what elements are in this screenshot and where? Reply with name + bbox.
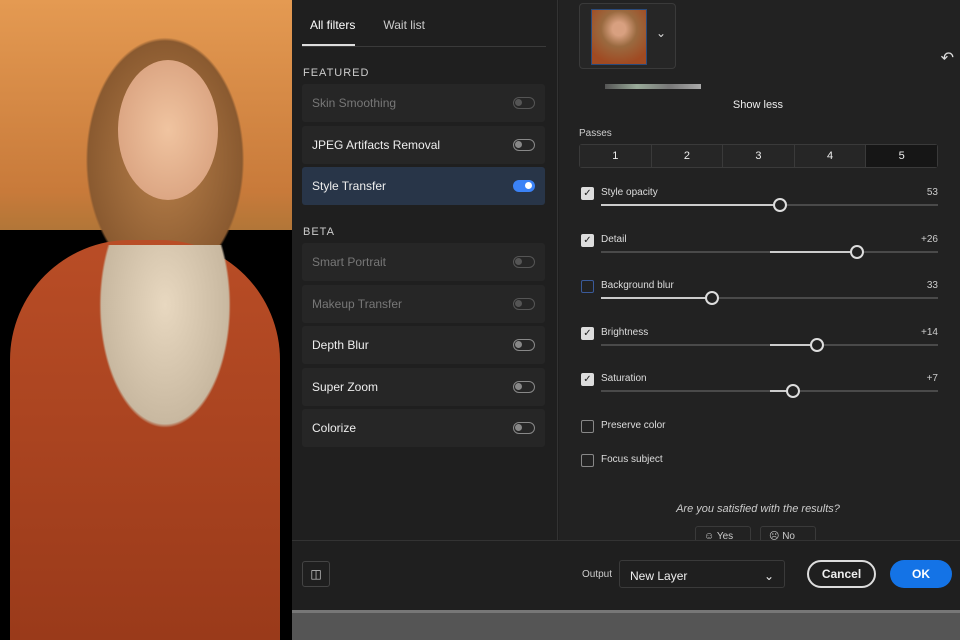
filter-label: Style Transfer — [312, 179, 387, 193]
filter-item[interactable]: Skin Smoothing — [302, 84, 545, 122]
feedback-question: Are you satisfied with the results? — [676, 503, 840, 515]
slider-value: +14 — [921, 326, 938, 338]
filter-toggle[interactable] — [513, 380, 535, 393]
tab-all-filters[interactable]: All filters — [302, 16, 356, 46]
filter-toggle[interactable] — [513, 138, 535, 151]
undo-icon[interactable]: ↶ — [941, 48, 954, 68]
show-less-link[interactable]: Show less — [559, 99, 957, 111]
beta-heading: BETA — [303, 226, 335, 238]
style-thumbnail — [591, 9, 647, 65]
slider-checkbox[interactable] — [581, 280, 594, 293]
output-label: Output — [582, 569, 613, 580]
preserve-color-checkbox[interactable] — [581, 420, 594, 433]
slider-checkbox[interactable]: ✓ — [581, 187, 594, 200]
filter-label: Skin Smoothing — [312, 96, 397, 110]
filter-label: Makeup Transfer — [312, 296, 403, 311]
slider-checkbox[interactable]: ✓ — [581, 326, 594, 340]
slider-fill — [769, 250, 858, 253]
filter-label: Depth Blur — [312, 338, 369, 352]
style-strip — [605, 84, 701, 89]
passes-selector: 12345 — [579, 144, 938, 168]
pass-option[interactable]: 4 — [794, 145, 867, 167]
filter-toggle[interactable] — [513, 339, 535, 351]
slider-label: Background blur — [601, 280, 674, 291]
pass-option[interactable]: 3 — [723, 145, 795, 167]
filter-toggle[interactable] — [513, 180, 535, 192]
filters-panel: All filters Wait list FEATURED Skin Smoo… — [292, 0, 558, 540]
slider-label: Brightness — [601, 326, 649, 338]
cancel-button[interactable]: Cancel — [807, 560, 876, 588]
slider-track[interactable] — [601, 337, 938, 352]
chevron-down-icon: ⌄ — [763, 569, 774, 583]
slider-track[interactable] — [601, 291, 938, 305]
filter-item[interactable]: Depth Blur — [302, 326, 545, 364]
focus-subject-checkbox[interactable] — [581, 454, 594, 467]
filter-item[interactable]: JPEG Artifacts Removal — [302, 125, 545, 164]
slider-label: Saturation — [601, 373, 647, 384]
filter-toggle[interactable] — [513, 422, 535, 434]
slider-handle[interactable] — [809, 337, 824, 352]
slider-fill — [601, 204, 780, 206]
background-canvas — [292, 610, 960, 640]
filter-settings-panel: ⌄ ↶ Show less Passes 12345 ✓ Style opaci… — [559, 0, 960, 546]
slider-track[interactable] — [601, 198, 938, 212]
slider-track[interactable] — [601, 384, 938, 398]
slider-value: 33 — [926, 280, 938, 291]
passes-label: Passes — [579, 128, 612, 139]
filter-toggle[interactable] — [513, 97, 535, 109]
slider-checkbox[interactable]: ✓ — [581, 233, 594, 247]
filter-label: Colorize — [312, 421, 357, 435]
output-value: New Layer — [630, 569, 688, 583]
filter-item[interactable]: Super Zoom — [302, 367, 545, 406]
filter-toggle[interactable] — [513, 256, 535, 268]
footer-bar: ◫ Output New Layer ⌄ Cancel OK — [292, 540, 960, 610]
slider-label: Detail — [601, 233, 627, 245]
filter-label: Smart Portrait — [312, 255, 387, 269]
slider-label: Style opacity — [601, 187, 658, 198]
tab-wait-list[interactable]: Wait list — [375, 16, 433, 46]
slider-handle[interactable] — [786, 384, 801, 398]
filter-item[interactable]: Colorize — [302, 409, 545, 447]
ok-button[interactable]: OK — [890, 560, 952, 588]
focus-subject-label: Focus subject — [601, 454, 663, 465]
slider-handle[interactable] — [772, 198, 787, 212]
slider-handle[interactable] — [705, 291, 720, 305]
preserve-color-label: Preserve color — [601, 420, 666, 431]
chevron-down-icon: ⌄ — [656, 26, 667, 40]
slider-track[interactable] — [601, 244, 938, 259]
filter-item[interactable]: Smart Portrait — [302, 243, 545, 281]
compare-icon[interactable]: ◫ — [302, 561, 330, 587]
output-select[interactable]: New Layer ⌄ — [619, 560, 785, 588]
featured-heading: FEATURED — [303, 67, 370, 79]
slider-value: +7 — [926, 373, 938, 384]
slider-checkbox[interactable]: ✓ — [581, 373, 594, 386]
slider-value: 53 — [926, 187, 938, 198]
pass-option[interactable]: 2 — [651, 145, 724, 167]
slider-value: +26 — [921, 233, 938, 245]
style-image-picker[interactable]: ⌄ — [579, 3, 676, 69]
filter-item[interactable]: Makeup Transfer — [302, 284, 545, 323]
filter-label: Super Zoom — [312, 379, 379, 394]
pass-option[interactable]: 1 — [580, 145, 652, 167]
slider-fill — [601, 297, 713, 299]
filter-toggle[interactable] — [513, 297, 535, 310]
filter-item[interactable]: Style Transfer — [302, 167, 545, 205]
filter-label: JPEG Artifacts Removal — [312, 137, 441, 152]
pass-option[interactable]: 5 — [866, 145, 937, 167]
photo-preview — [0, 0, 292, 640]
slider-handle[interactable] — [850, 244, 865, 259]
